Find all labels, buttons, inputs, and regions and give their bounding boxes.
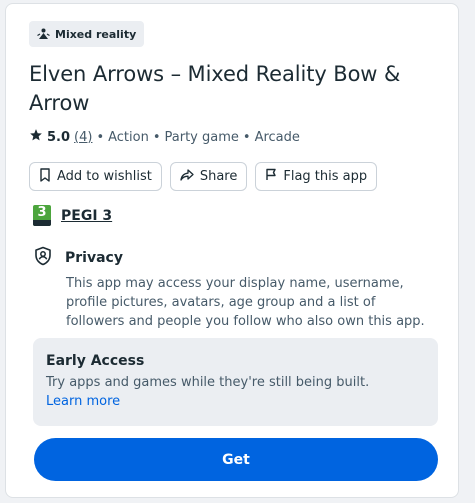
- add-to-wishlist-button[interactable]: Add to wishlist: [29, 162, 162, 191]
- age-rating: 3 PEGI 3: [33, 205, 112, 226]
- app-title: Elven Arrows – Mixed Reality Bow & Arrow: [29, 62, 401, 115]
- share-label: Share: [199, 169, 238, 184]
- privacy-description: This app may access your display name, u…: [66, 276, 425, 329]
- privacy-shield-icon: [33, 246, 53, 270]
- genre-action: Action: [108, 129, 149, 145]
- app-details-card: Mixed reality Elven Arrows – Mixed Reali…: [5, 3, 459, 498]
- star-icon: [29, 128, 43, 146]
- genre-party-game: Party game: [164, 129, 239, 145]
- rating-score: 5.0: [47, 129, 71, 145]
- early-access-panel: Early Access Try apps and games while th…: [33, 338, 438, 426]
- pegi-rating-link[interactable]: PEGI 3: [61, 208, 112, 224]
- early-access-title: Early Access: [46, 353, 145, 369]
- early-access-description: Try apps and games while they're still b…: [46, 375, 370, 390]
- flag-icon: [265, 168, 277, 185]
- bookmark-icon: [39, 167, 51, 186]
- badge-label: Mixed reality: [55, 27, 137, 41]
- pegi-badge-number: 3: [37, 205, 47, 220]
- mixed-reality-icon: [37, 28, 50, 40]
- mixed-reality-badge: Mixed reality: [29, 21, 145, 47]
- action-buttons: Add to wishlist Share Flag this app: [29, 162, 378, 191]
- learn-more-link[interactable]: Learn more: [46, 392, 425, 411]
- wishlist-label: Add to wishlist: [57, 169, 152, 184]
- get-button[interactable]: Get: [34, 438, 438, 481]
- flag-app-button[interactable]: Flag this app: [255, 162, 378, 191]
- separator: •: [152, 129, 161, 145]
- genre-arcade: Arcade: [254, 129, 300, 145]
- share-button[interactable]: Share: [169, 162, 248, 191]
- pegi-3-icon: 3: [33, 205, 51, 226]
- privacy-section: Privacy This app may access your display…: [33, 246, 433, 331]
- rating-row: 5.0 (4) • Action • Party game • Arcade: [29, 128, 300, 146]
- flag-label: Flag this app: [283, 169, 368, 184]
- separator: •: [96, 129, 105, 145]
- separator: •: [242, 129, 251, 145]
- share-icon: [180, 168, 194, 185]
- privacy-title: Privacy: [65, 250, 123, 266]
- rating-count-link[interactable]: (4): [74, 130, 92, 145]
